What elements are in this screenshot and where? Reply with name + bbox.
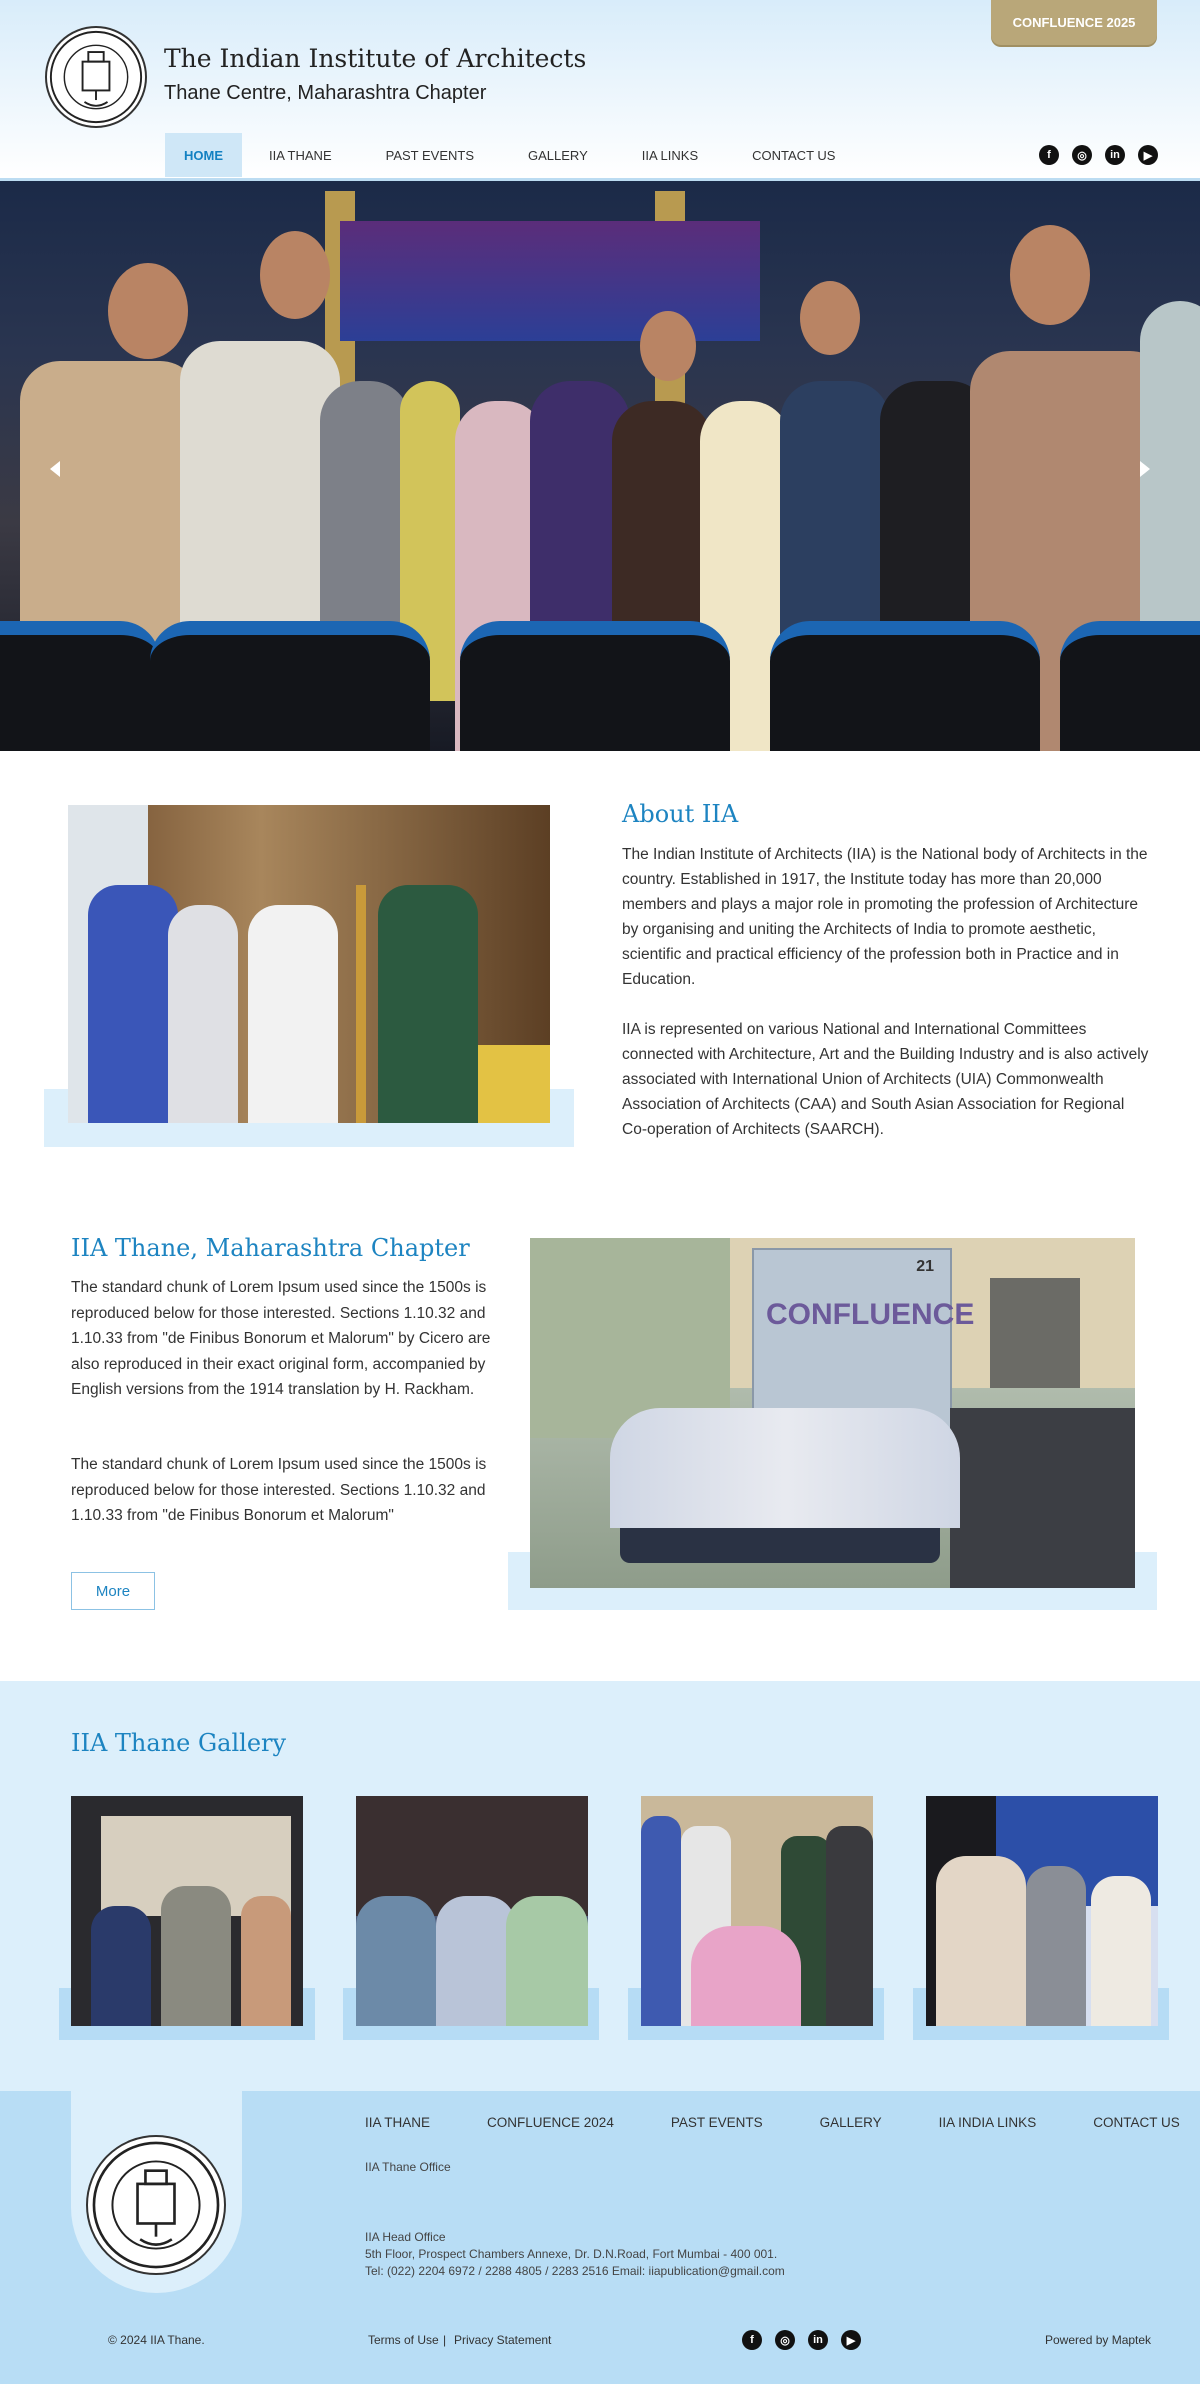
nav-iia-thane[interactable]: IIA THANE: [242, 133, 359, 177]
footer-nav-iia-india-links[interactable]: IIA INDIA LINKS: [939, 2115, 1037, 2130]
confluence-banner-date: 21: [916, 1258, 934, 1275]
instagram-icon[interactable]: ◎: [775, 2330, 795, 2350]
about-paragraph-2: IIA is represented on various National a…: [622, 1021, 1149, 1138]
gallery-item[interactable]: [641, 1796, 873, 2026]
instagram-icon[interactable]: ◎: [1072, 145, 1092, 165]
head-office-label: IIA Head Office: [365, 2230, 446, 2244]
footer-nav-contact-us[interactable]: CONTACT US: [1093, 2115, 1180, 2130]
auditorium-seat: [0, 621, 160, 751]
footer-socials: f ◎ in ▶: [742, 2330, 861, 2350]
youtube-icon[interactable]: ▶: [841, 2330, 861, 2350]
privacy-link[interactable]: Privacy Statement: [454, 2333, 551, 2347]
footer-nav-confluence-2024[interactable]: CONFLUENCE 2024: [487, 2115, 614, 2130]
chapter-title: IIA Thane, Maharashtra Chapter: [71, 1234, 470, 1262]
site-subtitle: Thane Centre, Maharashtra Chapter: [164, 82, 487, 104]
footer-nav-iia-thane[interactable]: IIA THANE: [365, 2115, 430, 2130]
head-office-address: 5th Floor, Prospect Chambers Annexe, Dr.…: [365, 2247, 778, 2261]
stage-screen: [340, 221, 760, 341]
header-socials: f ◎ in ▶: [1039, 145, 1158, 165]
about-title: About IIA: [622, 800, 739, 828]
hero-person: [640, 311, 696, 381]
confluence-button[interactable]: CONFLUENCE 2025: [991, 0, 1157, 45]
youtube-icon[interactable]: ▶: [1138, 145, 1158, 165]
gallery-item[interactable]: [926, 1796, 1158, 2026]
auditorium-seat: [770, 621, 1040, 751]
gallery-title: IIA Thane Gallery: [71, 1729, 287, 1757]
hero-person: [800, 281, 860, 355]
gallery-item[interactable]: [71, 1796, 303, 2026]
footer-nav-past-events[interactable]: PAST EVENTS: [671, 2115, 763, 2130]
footer-nav: IIA THANE CONFLUENCE 2024 PAST EVENTS GA…: [365, 2115, 1180, 2130]
terms-link[interactable]: Terms of Use: [368, 2333, 439, 2347]
nav-iia-links[interactable]: IIA LINKS: [615, 133, 725, 177]
slider-next-icon[interactable]: [1140, 461, 1150, 477]
slider-prev-icon[interactable]: [50, 461, 60, 477]
copyright: © 2024 IIA Thane.: [108, 2333, 205, 2347]
chapter-photo: CONFLUENCE 21: [530, 1238, 1135, 1588]
facebook-icon[interactable]: f: [742, 2330, 762, 2350]
chapter-paragraph-2: The standard chunk of Lorem Ipsum used s…: [71, 1456, 487, 1524]
nav-past-events[interactable]: PAST EVENTS: [359, 133, 501, 177]
powered-by: Powered by Maptek: [1045, 2333, 1152, 2347]
chapter-paragraph-1: The standard chunk of Lorem Ipsum used s…: [71, 1279, 491, 1398]
footer-iia-logo[interactable]: [86, 2135, 226, 2275]
hero-person: [260, 231, 330, 319]
auditorium-seat: [460, 621, 730, 751]
site-title: The Indian Institute of Architects: [164, 44, 587, 73]
facebook-icon[interactable]: f: [1039, 145, 1059, 165]
hero-person: [1010, 225, 1090, 325]
auditorium-seat: [1060, 621, 1200, 751]
main-nav: HOME IIA THANE PAST EVENTS GALLERY IIA L…: [165, 133, 862, 177]
footer-separator: |: [443, 2333, 447, 2347]
thane-office-label: IIA Thane Office: [365, 2160, 451, 2174]
more-button[interactable]: More: [71, 1572, 155, 1610]
nav-contact-us[interactable]: CONTACT US: [725, 133, 862, 177]
hero-person: [108, 263, 188, 359]
nav-gallery[interactable]: GALLERY: [501, 133, 615, 177]
about-photo: [68, 805, 550, 1123]
linkedin-icon[interactable]: in: [1105, 145, 1125, 165]
iia-logo[interactable]: [45, 26, 147, 128]
linkedin-icon[interactable]: in: [808, 2330, 828, 2350]
footer-nav-gallery[interactable]: GALLERY: [820, 2115, 882, 2130]
head-office-contact: Tel: (022) 2204 6972 / 2288 4805 / 2283 …: [365, 2264, 785, 2278]
auditorium-seat: [150, 621, 430, 751]
about-paragraph-1: The Indian Institute of Architects (IIA)…: [622, 846, 1148, 988]
hero-slider[interactable]: [0, 181, 1200, 751]
confluence-banner-text: CONFLUENCE: [766, 1298, 975, 1331]
nav-home[interactable]: HOME: [165, 133, 242, 177]
gallery-item[interactable]: [356, 1796, 588, 2026]
